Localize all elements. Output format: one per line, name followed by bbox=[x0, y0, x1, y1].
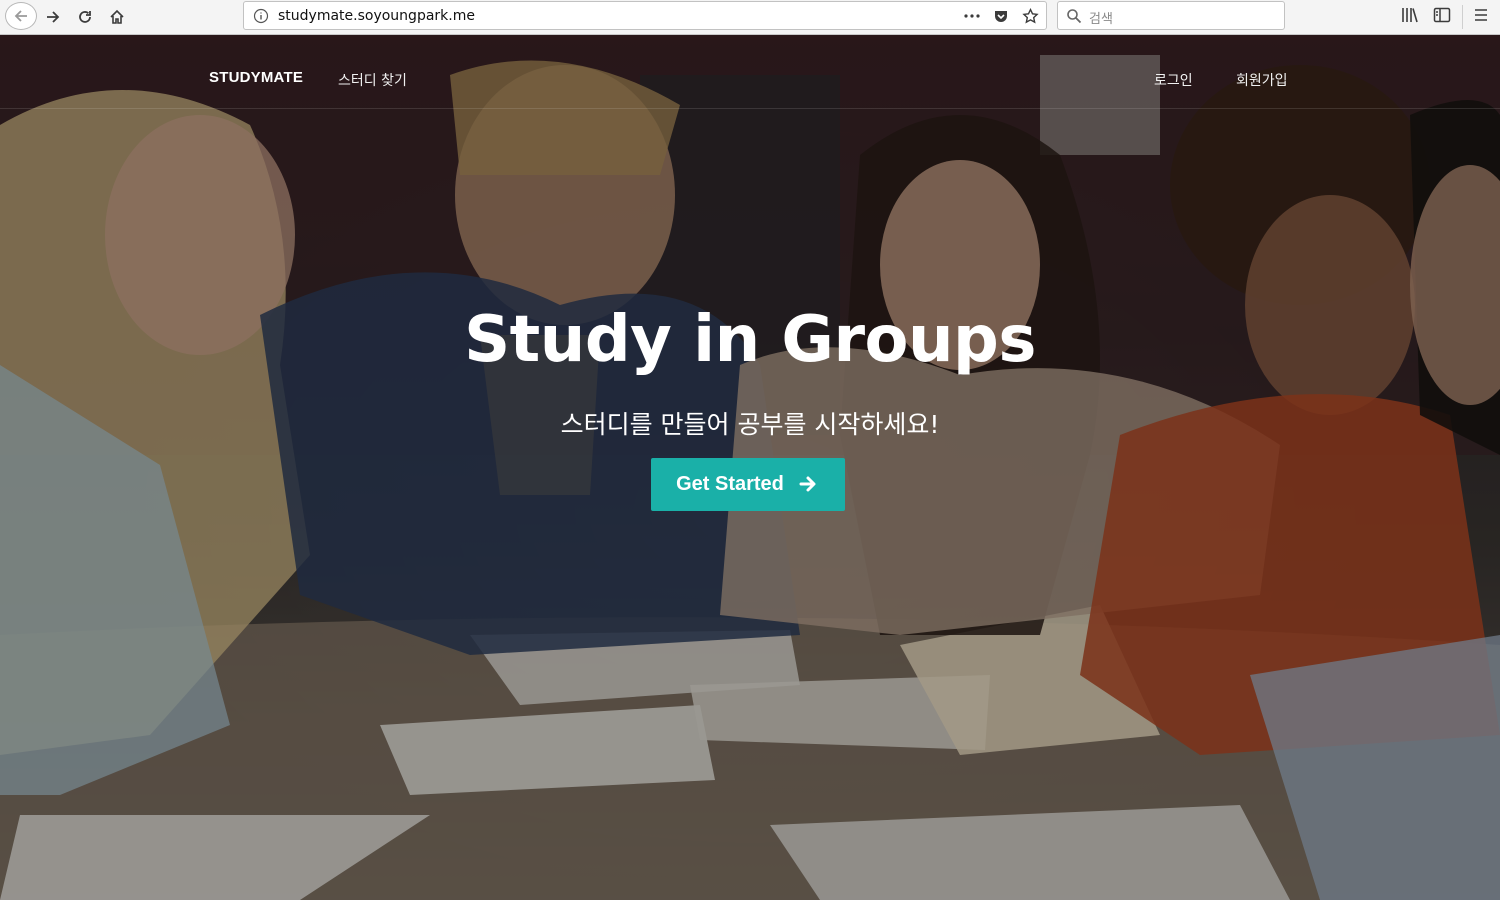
library-icon[interactable] bbox=[1401, 6, 1419, 24]
nav-find-study[interactable]: 스터디 찾기 bbox=[338, 70, 407, 90]
toolbar-divider bbox=[1462, 5, 1463, 29]
info-icon[interactable] bbox=[253, 8, 269, 24]
home-button[interactable] bbox=[103, 4, 131, 30]
get-started-button[interactable]: Get Started bbox=[651, 458, 845, 511]
search-icon bbox=[1067, 9, 1082, 24]
hero-title: Study in Groups bbox=[464, 303, 1036, 377]
pocket-icon[interactable] bbox=[991, 6, 1011, 26]
more-icon[interactable] bbox=[962, 6, 982, 26]
nav-signup[interactable]: 회원가입 bbox=[1236, 70, 1288, 90]
forward-arrow-icon bbox=[47, 11, 60, 23]
reload-icon bbox=[79, 11, 91, 23]
hero-section: STUDYMATE 스터디 찾기 로그인 회원가입 Study in Group… bbox=[0, 35, 1500, 900]
brand-logo[interactable]: STUDYMATE bbox=[209, 69, 303, 86]
sidebar-icon[interactable] bbox=[1433, 6, 1451, 24]
nav-login[interactable]: 로그인 bbox=[1154, 70, 1193, 90]
address-bar[interactable]: studymate.soyoungpark.me bbox=[243, 1, 1047, 30]
home-icon bbox=[110, 9, 124, 24]
arrow-right-icon bbox=[798, 474, 820, 496]
browser-toolbar: studymate.soyoungpark.me 검색 bbox=[0, 0, 1500, 35]
back-arrow-icon bbox=[14, 10, 27, 22]
site-navbar: STUDYMATE 스터디 찾기 로그인 회원가입 bbox=[0, 35, 1500, 109]
search-bar[interactable]: 검색 bbox=[1057, 1, 1285, 30]
reload-button[interactable] bbox=[71, 4, 99, 30]
url-text[interactable]: studymate.soyoungpark.me bbox=[278, 8, 475, 24]
search-input[interactable]: 검색 bbox=[1089, 8, 1113, 27]
forward-button[interactable] bbox=[39, 4, 67, 30]
hero-subtitle: 스터디를 만들어 공부를 시작하세요! bbox=[560, 410, 940, 439]
get-started-label: Get Started bbox=[676, 473, 784, 495]
hamburger-menu-icon[interactable] bbox=[1472, 6, 1490, 24]
bookmark-star-icon[interactable] bbox=[1020, 6, 1040, 26]
back-button[interactable] bbox=[5, 2, 37, 30]
